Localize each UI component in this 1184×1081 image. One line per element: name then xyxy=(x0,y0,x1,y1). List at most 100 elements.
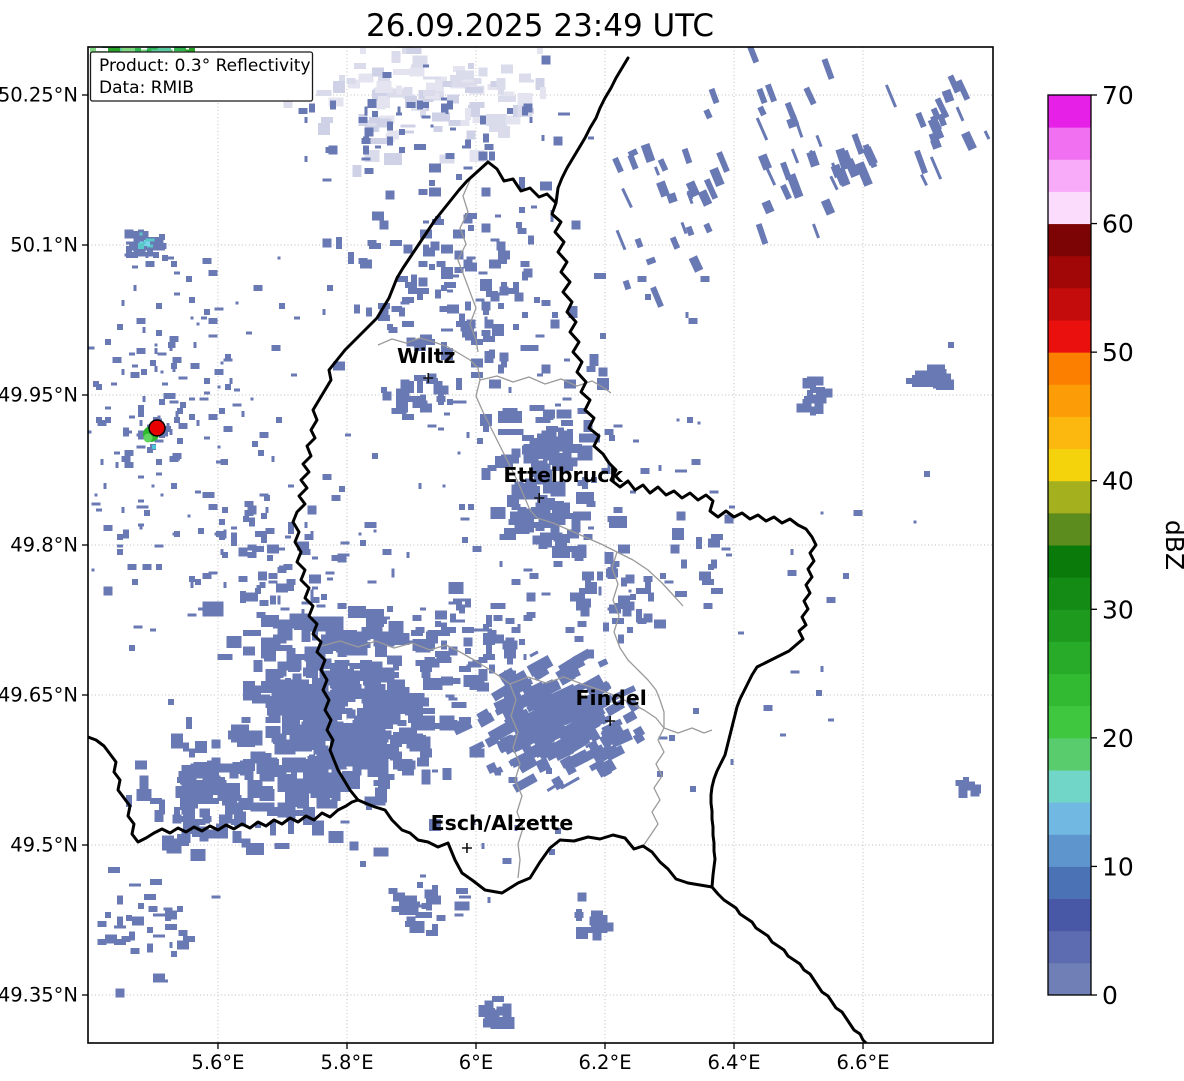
colorbar-segment xyxy=(1048,127,1091,160)
radar-echo-pixel xyxy=(481,843,485,849)
radar-echo-pixel xyxy=(790,549,794,555)
radar-echo-pixel xyxy=(159,399,165,405)
radar-echo-pixel xyxy=(522,271,528,281)
radar-echo-pixel xyxy=(105,417,111,423)
radar-echo-pixel xyxy=(451,702,467,708)
colorbar-segment xyxy=(1048,384,1091,417)
radar-echo-pixel xyxy=(387,324,393,330)
radar-echo-pixel xyxy=(820,198,836,216)
radar-echo-pixel xyxy=(669,236,681,250)
radar-echo-pixel xyxy=(502,640,518,650)
radar-echo-pixel xyxy=(190,363,200,369)
info-box: Product: 0.3° Reflectivity Data: RMIB xyxy=(89,51,314,102)
radar-echo-pixel xyxy=(121,300,125,306)
radar-echo-pixel xyxy=(463,637,473,647)
radar-echo-pixel xyxy=(541,135,545,141)
radar-echo-pixel xyxy=(441,103,447,113)
radar-echo-pixel xyxy=(285,678,291,684)
radar-echo-pixel xyxy=(495,214,501,218)
radar-echo-pixel xyxy=(183,742,189,752)
radar-echo-pixel xyxy=(387,136,393,146)
radar-echo-pixel xyxy=(399,894,405,906)
radar-echo-pixel xyxy=(430,241,440,251)
radar-echo-pixel xyxy=(514,708,524,720)
radar-echo-pixel xyxy=(851,133,865,155)
radar-echo-pixel xyxy=(121,936,131,942)
radar-echo-pixel xyxy=(117,916,123,926)
radar-echo-pixel xyxy=(456,174,462,180)
radar-echo-pixel xyxy=(941,88,955,104)
radar-echo-pixel xyxy=(117,895,123,905)
radar-echo-pixel xyxy=(225,384,231,390)
radar-echo-pixel xyxy=(127,564,137,570)
radar-echo-pixel xyxy=(468,63,474,69)
radar-echo-pixel xyxy=(405,921,417,927)
radar-site-ring-inner xyxy=(143,433,153,443)
radar-echo-pixel xyxy=(519,73,531,83)
radar-echo-pixel xyxy=(142,396,146,402)
radar-echo-pixel xyxy=(97,939,107,945)
radar-echo-pixel xyxy=(417,294,423,300)
radar-echo-pixel xyxy=(267,810,279,816)
radar-echo-pixel xyxy=(553,561,563,567)
radar-echo-pixel xyxy=(96,508,102,512)
radar-echo-pixel xyxy=(729,505,735,509)
radar-echo-pixel xyxy=(219,814,225,824)
radar-echo-pixel xyxy=(400,301,410,305)
radar-echo-pixel xyxy=(504,670,516,680)
radar-echo-pixel xyxy=(136,348,146,354)
radar-echo-pixel xyxy=(448,582,464,594)
radar-echo-pixel xyxy=(256,612,266,618)
radar-echo-pixel xyxy=(328,831,344,843)
radar-echo-pixel xyxy=(219,408,225,414)
colorbar-segment xyxy=(1048,770,1091,803)
radar-echo-pixel xyxy=(202,492,212,498)
radar-echo-pixel xyxy=(360,669,378,681)
radar-echo-pixel xyxy=(489,259,501,269)
radar-echo-pixel xyxy=(154,544,164,548)
radar-echo-pixel xyxy=(306,685,318,701)
radar-echo-pixel xyxy=(219,519,225,525)
radar-echo-pixel xyxy=(279,547,285,551)
radar-echo-pixel xyxy=(78,518,84,521)
radar-echo-pixel xyxy=(243,516,249,522)
colorbar-segment xyxy=(1048,448,1091,482)
radar-echo-pixel xyxy=(540,181,552,191)
radar-echo-pixel xyxy=(325,571,335,575)
radar-echo-pixel xyxy=(670,544,680,554)
radar-echo-pixel xyxy=(321,594,327,600)
radar-echo-pixel xyxy=(195,490,201,494)
radar-echo-pixel xyxy=(487,465,497,471)
radar-echo-pixel xyxy=(376,81,392,93)
radar-echo-pixel xyxy=(339,486,345,492)
radar-echo-pixel xyxy=(627,153,639,171)
radar-echo-pixel xyxy=(579,588,585,600)
radar-echo-pixel xyxy=(199,397,209,401)
radar-echo-pixel xyxy=(816,690,822,696)
radar-echo-pixel xyxy=(307,505,317,515)
radar-echo-pixel xyxy=(460,120,470,126)
radar-echo-pixel xyxy=(336,237,342,249)
radar-echo-pixel xyxy=(453,619,465,623)
radar-echo-pixel xyxy=(286,655,302,671)
radar-echo-pixel xyxy=(136,433,140,437)
colorbar-tick-label: 70 xyxy=(1102,81,1134,110)
border-belgium-germany xyxy=(554,56,630,205)
radar-echo-pixel xyxy=(435,289,441,299)
radar-echo-pixel xyxy=(205,775,221,785)
radar-echo-pixel xyxy=(448,697,458,701)
radar-echo-pixel xyxy=(540,439,552,455)
radar-echo-pixel xyxy=(328,145,338,155)
radar-echo-pixel xyxy=(223,582,227,588)
radar-echo-pixel xyxy=(336,697,348,707)
radar-echo-pixel xyxy=(253,285,263,291)
radar-echo-pixel xyxy=(348,606,366,618)
radar-echo-pixel xyxy=(169,400,179,404)
radar-echo-pixel xyxy=(541,300,551,306)
radar-echo-pixel xyxy=(276,583,288,593)
radar-echo-pixel xyxy=(580,609,590,615)
radar-echo-pixel xyxy=(225,805,237,815)
radar-echo-pixel xyxy=(469,678,485,690)
radar-echo-pixel xyxy=(372,211,384,221)
colorbar-segment xyxy=(1048,255,1091,289)
